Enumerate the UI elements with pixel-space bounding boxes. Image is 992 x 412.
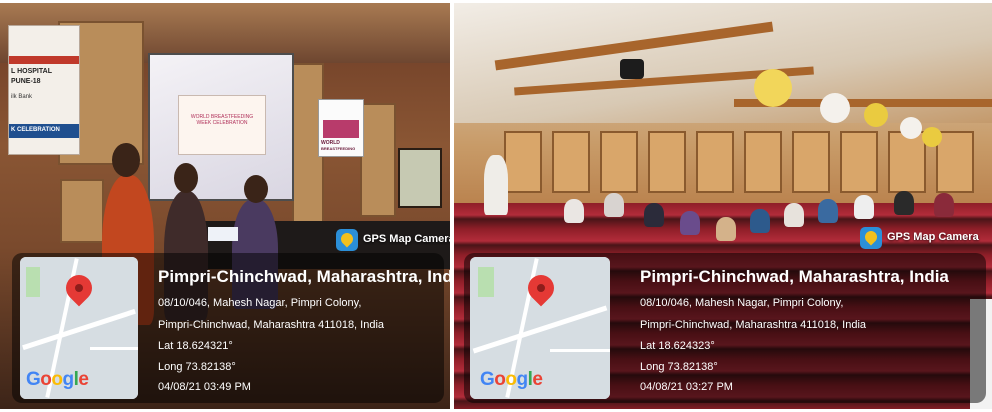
banner-text: PUNE-18 <box>11 78 41 85</box>
gps-map-camera-logo-icon <box>860 227 882 249</box>
google-logo: Google <box>480 369 543 390</box>
gps-app-label: GPS Map Camera <box>887 231 979 243</box>
projector <box>620 59 644 79</box>
wall-panel <box>60 179 104 243</box>
projected-slide: WORLD BREASTFEEDING WEEK CELEBRATION <box>178 95 266 155</box>
paper-lantern <box>754 69 792 107</box>
location-info-box: Google Pimpri-Chinchwad, Maharashtra, In… <box>464 253 986 403</box>
slide-title: WORLD BREASTFEEDING WEEK CELEBRATION <box>190 114 254 126</box>
banner-text: ilk Bank <box>11 94 33 100</box>
address-line-1: 08/10/046, Mahesh Nagar, Pimpri Colony, <box>640 297 844 309</box>
address-line-1: 08/10/046, Mahesh Nagar, Pimpri Colony, <box>158 297 362 309</box>
banner-text: L HOSPITAL <box>11 68 52 75</box>
event-poster: WORLD BREASTFEEDING <box>318 99 364 157</box>
wall-panel <box>360 103 396 217</box>
display-window <box>398 148 442 208</box>
poster-text: BREASTFEEDING <box>321 146 356 151</box>
gps-app-label: GPS Map Camera <box>363 233 450 245</box>
mini-map: Google <box>470 257 610 399</box>
certificate <box>208 227 238 241</box>
place-title: Pimpri-Chinchwad, Maharashtra, India <box>640 267 949 286</box>
paper-lantern <box>820 93 850 123</box>
latitude: Lat 18.624323° <box>640 340 715 352</box>
longitude: Long 73.82138° <box>158 361 236 373</box>
event-photo-left: L HOSPITAL PUNE-18 ilk Bank K CELEBRATIO… <box>0 3 450 409</box>
address-line-2: Pimpri-Chinchwad, Maharashtra 411018, In… <box>640 319 867 331</box>
gps-map-camera-logo-icon <box>336 229 358 251</box>
paper-lantern <box>864 103 888 127</box>
address-line-2: Pimpri-Chinchwad, Maharashtra 411018, In… <box>158 319 385 331</box>
person-standing <box>484 155 508 215</box>
place-title: Pimpri-Chinchwad, Maharashtra, India <box>158 267 450 286</box>
datetime: 04/08/21 03:27 PM <box>640 381 733 393</box>
projector-screen: WORLD BREASTFEEDING WEEK CELEBRATION <box>148 53 294 201</box>
datetime: 04/08/21 03:49 PM <box>158 381 251 393</box>
paper-lantern <box>900 117 922 139</box>
location-info-box: Google Pimpri-Chinchwad, Maharashtra, In… <box>12 253 450 403</box>
google-logo: Google <box>26 369 89 390</box>
longitude: Long 73.82138° <box>640 361 718 373</box>
paper-lantern <box>922 127 942 147</box>
banner-text: K CELEBRATION <box>11 127 60 133</box>
event-banner: L HOSPITAL PUNE-18 ilk Bank K CELEBRATIO… <box>8 25 80 155</box>
event-photo-right: GPS Map Camera Google Pimpri-Chinchwad, … <box>454 3 992 409</box>
latitude: Lat 18.624321° <box>158 340 233 352</box>
mini-map: Google <box>20 257 138 399</box>
